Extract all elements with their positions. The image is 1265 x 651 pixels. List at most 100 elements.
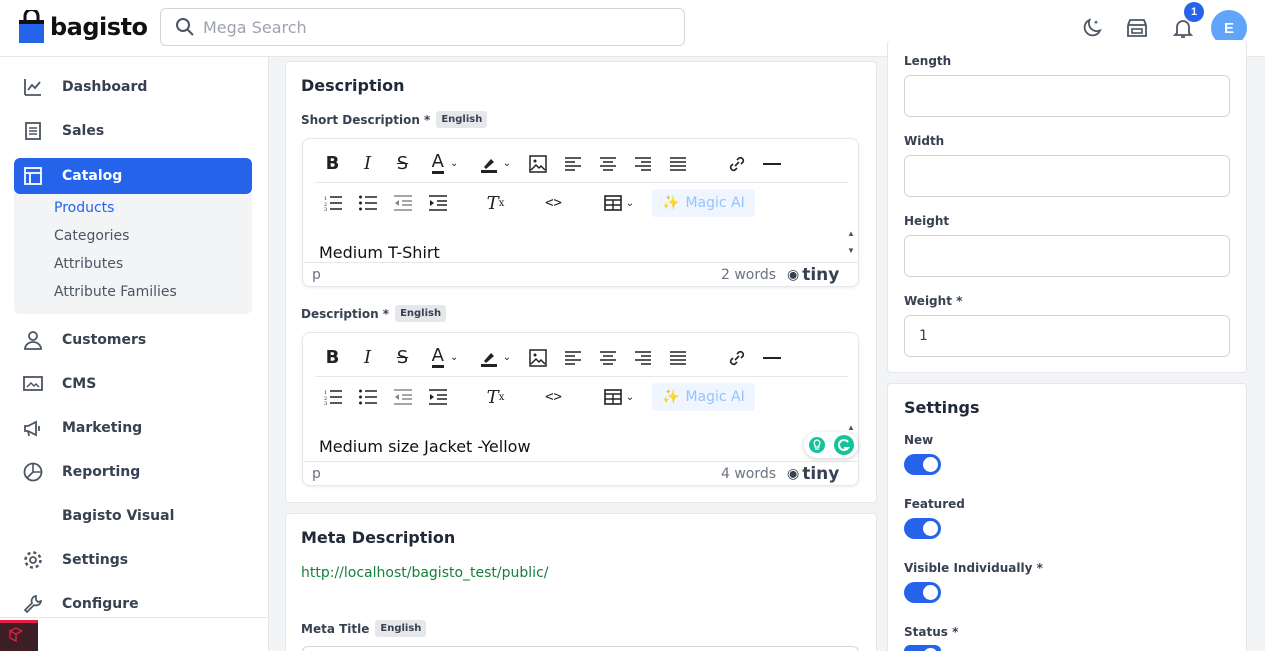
sidebar-subitem-products[interactable]: Products	[54, 200, 114, 216]
sidebar-item-cms[interactable]: CMS	[14, 366, 252, 402]
featured-toggle[interactable]	[904, 518, 941, 539]
description-editor[interactable]: B I S A ⌄ ⌄ 123 Tx <> ⌄ ✨ Magic AI Medium …	[302, 332, 859, 486]
short-description-content[interactable]: Medium T-Shirt	[303, 243, 858, 262]
grammarly-widget[interactable]	[804, 432, 858, 458]
short-description-label: Short Description * English	[301, 111, 488, 128]
meta-url-preview[interactable]: http://localhost/bagisto_test/public/	[301, 565, 548, 581]
short-description-editor[interactable]: B I S A ⌄ ⌄ 123 Tx <> ⌄ ✨ Magic AI Medium …	[302, 138, 859, 287]
indent-icon[interactable]	[420, 382, 455, 412]
word-count[interactable]: 4 words	[721, 466, 776, 482]
outdent-icon[interactable]	[385, 188, 420, 218]
highlight-color-button[interactable]: ⌄	[470, 343, 520, 373]
align-justify-icon[interactable]	[660, 343, 695, 373]
text-color-button[interactable]: A ⌄	[420, 343, 470, 373]
source-code-icon[interactable]: <>	[536, 382, 571, 412]
description-content[interactable]: Medium size Jacket -Yellow	[303, 437, 858, 456]
tiny-logo[interactable]: ◉ tiny	[787, 265, 839, 285]
align-center-icon[interactable]	[590, 149, 625, 179]
align-left-icon[interactable]	[555, 343, 590, 373]
visible-individually-toggle[interactable]	[904, 582, 941, 603]
link-icon[interactable]	[719, 343, 754, 373]
table-icon[interactable]: ⌄	[594, 188, 644, 218]
sidebar-item-customers[interactable]: Customers	[14, 322, 252, 358]
sidebar-subitem-attribute-families[interactable]: Attribute Families	[54, 284, 177, 300]
bold-button[interactable]: B	[315, 149, 350, 179]
sidebar-item-reporting[interactable]: Reporting	[14, 454, 252, 490]
italic-button[interactable]: I	[350, 149, 385, 179]
bullet-list-icon[interactable]	[350, 382, 385, 412]
source-code-icon[interactable]: <>	[536, 188, 571, 218]
editor-toolbar-row: B I S A ⌄ ⌄	[315, 145, 848, 183]
word-count[interactable]: 2 words	[721, 267, 776, 283]
sidebar-item-label: Settings	[62, 552, 129, 568]
bullet-list-icon[interactable]	[350, 188, 385, 218]
sidebar-item-marketing[interactable]: Marketing	[14, 410, 252, 446]
search-icon	[176, 18, 194, 36]
align-justify-icon[interactable]	[660, 149, 695, 179]
reporting-icon	[23, 462, 43, 482]
sidebar-item-dashboard[interactable]: Dashboard	[14, 69, 252, 105]
editor-toolbar-row: 123 Tx <> ⌄ ✨ Magic AI	[315, 378, 848, 416]
weight-label: Weight *	[904, 294, 963, 308]
meta-title-input[interactable]	[302, 646, 859, 651]
settings-icon	[24, 551, 42, 569]
status-toggle[interactable]	[904, 645, 941, 651]
sidebar-item-catalog[interactable]: Catalog	[14, 158, 252, 194]
italic-button[interactable]: I	[350, 343, 385, 373]
bagisto-logo[interactable]: bagisto	[18, 8, 148, 44]
outdent-icon[interactable]	[385, 382, 420, 412]
weight-input[interactable]: 1	[904, 315, 1230, 357]
numbered-list-icon[interactable]: 123	[315, 188, 350, 218]
bold-button[interactable]: B	[315, 343, 350, 373]
dark-mode-icon[interactable]	[1080, 16, 1104, 40]
numbered-list-icon[interactable]: 123	[315, 382, 350, 412]
new-toggle-label: New	[904, 433, 934, 447]
link-icon[interactable]	[719, 149, 754, 179]
sidebar-item-label: Catalog	[62, 168, 123, 184]
description-card-title: Description	[301, 76, 405, 95]
height-input[interactable]	[904, 235, 1230, 277]
align-right-icon[interactable]	[625, 343, 660, 373]
laravel-debugbar-icon[interactable]	[0, 620, 38, 651]
element-path[interactable]: p	[312, 267, 321, 283]
sidebar-item-label: Configure	[62, 596, 139, 612]
image-icon[interactable]	[520, 149, 555, 179]
new-toggle[interactable]	[904, 454, 941, 475]
sidebar-item-sales[interactable]: Sales	[14, 113, 252, 149]
horizontal-rule-icon[interactable]	[754, 343, 789, 373]
horizontal-rule-icon[interactable]	[754, 149, 789, 179]
clear-formatting-icon[interactable]: Tx	[478, 188, 513, 218]
search-input[interactable]	[203, 17, 663, 37]
table-icon[interactable]: ⌄	[594, 382, 644, 412]
tiny-logo[interactable]: ◉ tiny	[787, 464, 839, 484]
text-color-button[interactable]: A ⌄	[420, 149, 470, 179]
align-left-icon[interactable]	[555, 149, 590, 179]
strikethrough-button[interactable]: S	[385, 149, 420, 179]
grammarly-icon	[833, 435, 854, 455]
catalog-icon	[24, 167, 42, 185]
strikethrough-button[interactable]: S	[385, 343, 420, 373]
sidebar-subitem-attributes[interactable]: Attributes	[54, 256, 123, 272]
magic-ai-button[interactable]: ✨ Magic AI	[652, 189, 755, 217]
element-path[interactable]: p	[312, 466, 321, 482]
image-icon[interactable]	[520, 343, 555, 373]
editor-toolbar-row: B I S A ⌄ ⌄	[315, 339, 848, 377]
sidebar-item-bagisto-visual[interactable]: Bagisto Visual	[14, 498, 252, 534]
highlight-color-button[interactable]: ⌄	[470, 149, 520, 179]
magic-ai-button[interactable]: ✨ Magic AI	[652, 383, 755, 411]
indent-icon[interactable]	[420, 188, 455, 218]
editor-scroll-arrows[interactable]: ▲ ▼	[846, 225, 856, 259]
length-input[interactable]	[904, 75, 1230, 117]
storefront-icon[interactable]	[1125, 16, 1149, 40]
clear-formatting-icon[interactable]: Tx	[478, 382, 513, 412]
align-center-icon[interactable]	[590, 343, 625, 373]
sidebar-subitem-categories[interactable]: Categories	[54, 228, 129, 244]
width-input[interactable]	[904, 155, 1230, 197]
mega-search-box[interactable]	[160, 8, 685, 46]
status-toggle-label: Status *	[904, 625, 959, 639]
cms-icon	[23, 376, 43, 391]
align-right-icon[interactable]	[625, 149, 660, 179]
editor-status-bar: p 2 words ◉ tiny	[303, 262, 858, 286]
sidebar-item-settings[interactable]: Settings	[14, 542, 252, 578]
sidebar-item-label: Customers	[62, 332, 147, 348]
